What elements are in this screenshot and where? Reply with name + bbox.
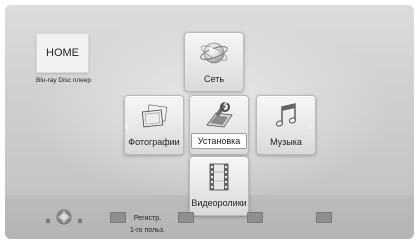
film-strip-icon	[209, 163, 229, 191]
home-label: HOME	[46, 47, 79, 59]
green-key-icon[interactable]	[178, 212, 194, 223]
menu-tile-photos-label: Фотографии	[128, 136, 180, 147]
menu-tile-setup-label: Установка	[191, 133, 247, 149]
menu-tile-network-label: Сеть	[203, 73, 225, 84]
navigation-pad-icon	[45, 209, 83, 225]
menu-tile-music-label: Музыка	[270, 136, 302, 147]
menu-tile-videos-label: Видеоролики	[192, 197, 246, 208]
scroll-left-arrow-icon[interactable]: ‹	[122, 117, 131, 133]
yellow-key-icon[interactable]	[247, 212, 263, 223]
setup-tools-icon	[206, 101, 233, 128]
menu-tile-videos[interactable]: Видеоролики	[189, 156, 249, 216]
registration-label: Регистр. 1-го польз.	[130, 215, 165, 234]
menu-tile-photos[interactable]: Фотографии	[124, 95, 184, 155]
home-menu-screen: HOME Blu-ray Disc плеер Сеть Фотографии …	[5, 5, 414, 239]
photo-frames-icon	[141, 104, 168, 128]
menu-tile-network[interactable]: Сеть	[184, 32, 244, 92]
scroll-right-arrow-icon[interactable]: ›	[306, 117, 315, 133]
music-notes-icon	[275, 103, 297, 127]
blue-key-icon[interactable]	[316, 212, 332, 223]
red-key-icon[interactable]	[110, 212, 126, 223]
menu-tile-setup[interactable]: Установка	[189, 95, 249, 155]
player-subtitle: Blu-ray Disc плеер	[36, 77, 91, 84]
home-box: HOME	[36, 33, 89, 73]
globe-icon	[200, 42, 228, 64]
